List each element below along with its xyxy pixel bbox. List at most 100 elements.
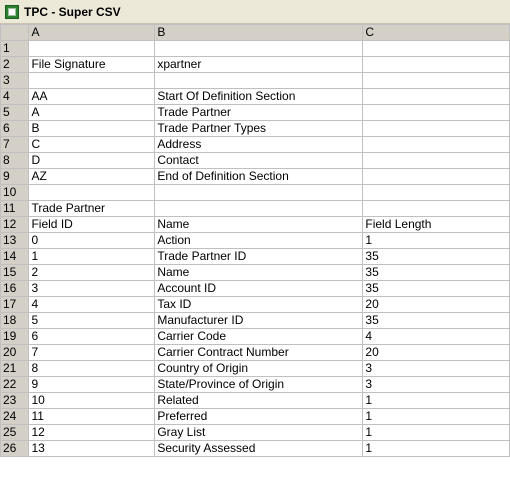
select-all-corner[interactable] bbox=[0, 24, 30, 41]
cell-a[interactable]: 6 bbox=[28, 328, 156, 345]
cell-a[interactable]: 8 bbox=[28, 360, 156, 377]
cell-a[interactable]: 4 bbox=[28, 296, 156, 313]
row-header[interactable]: 6 bbox=[0, 120, 30, 137]
cell-a[interactable]: D bbox=[28, 152, 156, 169]
cell-b[interactable]: Tax ID bbox=[154, 296, 364, 313]
cell-b[interactable]: Account ID bbox=[154, 280, 364, 297]
cell-b[interactable]: Related bbox=[154, 392, 364, 409]
row-header[interactable]: 14 bbox=[0, 248, 30, 265]
cell-b[interactable]: Preferred bbox=[154, 408, 364, 425]
cell-a[interactable]: C bbox=[28, 136, 156, 153]
cell-c[interactable] bbox=[362, 88, 510, 105]
cell-c[interactable] bbox=[362, 136, 510, 153]
cell-b[interactable]: Manufacturer ID bbox=[154, 312, 364, 329]
cell-b[interactable]: Trade Partner Types bbox=[154, 120, 364, 137]
row-header[interactable]: 26 bbox=[0, 440, 30, 457]
cell-b[interactable] bbox=[154, 40, 364, 57]
row-header[interactable]: 2 bbox=[0, 56, 30, 73]
cell-c[interactable]: 35 bbox=[362, 264, 510, 281]
row-header[interactable]: 13 bbox=[0, 232, 30, 249]
column-header-b[interactable]: B bbox=[154, 24, 364, 41]
cell-c[interactable] bbox=[362, 40, 510, 57]
cell-c[interactable]: 4 bbox=[362, 328, 510, 345]
column-header-c[interactable]: C bbox=[362, 24, 510, 41]
cell-a[interactable] bbox=[28, 40, 156, 57]
cell-a[interactable]: 13 bbox=[28, 440, 156, 457]
cell-b[interactable]: Name bbox=[154, 264, 364, 281]
cell-c[interactable] bbox=[362, 184, 510, 201]
cell-c[interactable]: 35 bbox=[362, 248, 510, 265]
row-header[interactable]: 7 bbox=[0, 136, 30, 153]
cell-b[interactable]: Address bbox=[154, 136, 364, 153]
cell-a[interactable]: 1 bbox=[28, 248, 156, 265]
cell-c[interactable] bbox=[362, 152, 510, 169]
spreadsheet-grid[interactable]: A B C 1 2 File Signature xpartner 3 4 AA Start … bbox=[0, 24, 510, 477]
cell-c[interactable]: 1 bbox=[362, 440, 510, 457]
row-header[interactable]: 9 bbox=[0, 168, 30, 185]
cell-c[interactable]: 1 bbox=[362, 392, 510, 409]
cell-c[interactable]: 1 bbox=[362, 408, 510, 425]
cell-c[interactable]: 20 bbox=[362, 344, 510, 361]
cell-b[interactable] bbox=[154, 72, 364, 89]
cell-b[interactable]: Contact bbox=[154, 152, 364, 169]
cell-c[interactable] bbox=[362, 200, 510, 217]
row-header[interactable]: 20 bbox=[0, 344, 30, 361]
row-header[interactable]: 16 bbox=[0, 280, 30, 297]
row-header[interactable]: 25 bbox=[0, 424, 30, 441]
row-header[interactable]: 21 bbox=[0, 360, 30, 377]
row-header[interactable]: 4 bbox=[0, 88, 30, 105]
cell-a[interactable] bbox=[28, 184, 156, 201]
cell-c[interactable]: Field Length bbox=[362, 216, 510, 233]
cell-a[interactable]: AZ bbox=[28, 168, 156, 185]
row-header[interactable]: 22 bbox=[0, 376, 30, 393]
cell-a[interactable]: 0 bbox=[28, 232, 156, 249]
cell-b[interactable]: Start Of Definition Section bbox=[154, 88, 364, 105]
row-header[interactable]: 1 bbox=[0, 40, 30, 57]
cell-a[interactable] bbox=[28, 72, 156, 89]
row-header[interactable]: 18 bbox=[0, 312, 30, 329]
cell-c[interactable]: 1 bbox=[362, 424, 510, 441]
cell-b[interactable]: Trade Partner ID bbox=[154, 248, 364, 265]
row-header[interactable]: 12 bbox=[0, 216, 30, 233]
cell-a[interactable]: File Signature bbox=[28, 56, 156, 73]
row-header[interactable]: 24 bbox=[0, 408, 30, 425]
cell-c[interactable]: 3 bbox=[362, 376, 510, 393]
cell-c[interactable]: 35 bbox=[362, 312, 510, 329]
cell-b[interactable]: Action bbox=[154, 232, 364, 249]
cell-c[interactable]: 1 bbox=[362, 232, 510, 249]
cell-b[interactable]: Trade Partner bbox=[154, 104, 364, 121]
cell-a[interactable]: 3 bbox=[28, 280, 156, 297]
cell-b[interactable]: Carrier Code bbox=[154, 328, 364, 345]
cell-a[interactable]: 12 bbox=[28, 424, 156, 441]
cell-b[interactable]: Security Assessed bbox=[154, 440, 364, 457]
row-header[interactable]: 19 bbox=[0, 328, 30, 345]
cell-a[interactable]: 7 bbox=[28, 344, 156, 361]
cell-a[interactable]: Field ID bbox=[28, 216, 156, 233]
cell-a[interactable]: A bbox=[28, 104, 156, 121]
cell-c[interactable]: 20 bbox=[362, 296, 510, 313]
cell-c[interactable] bbox=[362, 56, 510, 73]
row-header[interactable]: 15 bbox=[0, 264, 30, 281]
cell-c[interactable] bbox=[362, 168, 510, 185]
cell-b[interactable]: Country of Origin bbox=[154, 360, 364, 377]
cell-a[interactable]: 2 bbox=[28, 264, 156, 281]
column-header-a[interactable]: A bbox=[28, 24, 156, 41]
cell-a[interactable]: 5 bbox=[28, 312, 156, 329]
cell-b[interactable]: End of Definition Section bbox=[154, 168, 364, 185]
row-header[interactable]: 5 bbox=[0, 104, 30, 121]
window-titlebar[interactable]: TPC - Super CSV bbox=[0, 0, 510, 24]
row-header[interactable]: 3 bbox=[0, 72, 30, 89]
cell-a[interactable]: 9 bbox=[28, 376, 156, 393]
cell-b[interactable]: Name bbox=[154, 216, 364, 233]
row-header[interactable]: 11 bbox=[0, 200, 30, 217]
cell-b[interactable]: Gray List bbox=[154, 424, 364, 441]
cell-c[interactable]: 35 bbox=[362, 280, 510, 297]
row-header[interactable]: 10 bbox=[0, 184, 30, 201]
cell-c[interactable]: 3 bbox=[362, 360, 510, 377]
cell-a[interactable]: B bbox=[28, 120, 156, 137]
row-header[interactable]: 8 bbox=[0, 152, 30, 169]
cell-b[interactable] bbox=[154, 184, 364, 201]
cell-a[interactable]: 11 bbox=[28, 408, 156, 425]
row-header[interactable]: 17 bbox=[0, 296, 30, 313]
cell-b[interactable]: State/Province of Origin bbox=[154, 376, 364, 393]
